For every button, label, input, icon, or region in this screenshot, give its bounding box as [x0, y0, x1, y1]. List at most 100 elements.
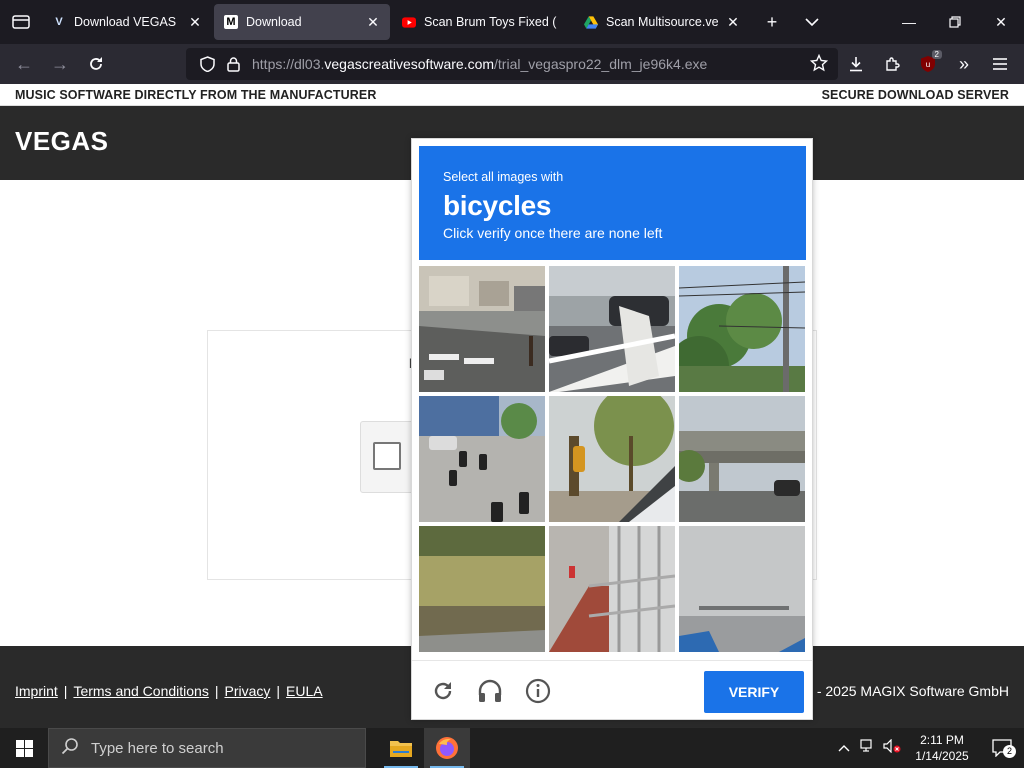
back-arrow-icon: ← — [15, 53, 33, 74]
clock-date: 1/14/2025 — [915, 749, 969, 763]
close-icon: ✕ — [995, 13, 1007, 30]
url-path: /trial_vegaspro22_dlm_je96k4.exe — [494, 56, 708, 72]
clock-time: 2:11 PM — [920, 733, 964, 747]
close-window-button[interactable]: ✕ — [978, 0, 1024, 44]
new-tab-button[interactable]: + — [752, 0, 792, 44]
network-icon[interactable] — [856, 738, 880, 758]
eula-link[interactable]: EULA — [286, 683, 323, 699]
refresh-icon — [434, 682, 452, 700]
tab-label: Download VEGAS Pro — [74, 15, 180, 29]
tab-list-button[interactable] — [0, 0, 42, 44]
terms-link[interactable]: Terms and Conditions — [73, 683, 208, 699]
reload-icon — [90, 57, 102, 70]
challenge-tile-9[interactable] — [679, 526, 805, 652]
challenge-footer: VERIFY — [412, 660, 812, 720]
search-placeholder: Type here to search — [91, 739, 224, 757]
tab-download[interactable]: M Download ✕ — [214, 4, 390, 40]
imprint-link[interactable]: Imprint — [15, 683, 58, 699]
youtube-favicon-icon — [402, 15, 416, 29]
footer-links: Imprint | Terms and Conditions | Privacy… — [15, 683, 323, 699]
captcha-checkbox[interactable] — [373, 442, 401, 470]
forward-button[interactable]: → — [42, 44, 78, 84]
site-top-strip: MUSIC SOFTWARE DIRECTLY FROM THE MANUFAC… — [0, 84, 1024, 106]
bookmark-star-icon[interactable] — [809, 53, 829, 77]
tab-scan-brum-toys[interactable]: Scan Brum Toys Fixed ( — [392, 4, 572, 40]
chevron-down-icon — [805, 18, 819, 27]
taskbar-search-box[interactable]: Type here to search — [48, 728, 366, 768]
info-button[interactable] — [524, 677, 552, 705]
system-tray: 2:11 PM 1/14/2025 2 — [832, 728, 1024, 768]
reload-button[interactable] — [78, 44, 114, 84]
lock-icon[interactable] — [220, 56, 246, 72]
forward-arrow-icon: → — [51, 53, 69, 74]
list-all-tabs-button[interactable] — [792, 0, 832, 44]
app-menu-button[interactable] — [982, 44, 1018, 84]
close-icon[interactable]: ✕ — [366, 14, 380, 31]
taskbar-clock[interactable]: 2:11 PM 1/14/2025 — [904, 732, 980, 764]
refresh-challenge-button[interactable] — [429, 677, 457, 705]
tab-download-vegas-pro[interactable]: V Download VEGAS Pro ✕ — [42, 4, 212, 40]
double-chevron-right-icon: » — [958, 53, 969, 74]
challenge-tile-7[interactable] — [419, 526, 545, 652]
footer-separator: | — [63, 683, 68, 699]
minimize-button[interactable]: — — [886, 0, 932, 44]
windows-taskbar: Type here to search 2:11 PM 1/14/2025 2 — [0, 728, 1024, 768]
tab-label: Scan Brum Toys Fixed ( — [424, 15, 557, 29]
tab-label: Scan Multisource.veg — [606, 15, 718, 29]
challenge-tile-1[interactable] — [419, 266, 545, 392]
footer-separator: | — [276, 683, 281, 699]
show-hidden-icons-chevron-icon[interactable] — [832, 739, 856, 757]
tagline: MUSIC SOFTWARE DIRECTLY FROM THE MANUFAC… — [15, 87, 377, 102]
tracking-protection-shield-icon[interactable] — [194, 56, 220, 72]
challenge-target: bicycles — [443, 190, 552, 221]
challenge-tile-8[interactable] — [549, 526, 675, 652]
notification-center-button[interactable]: 2 — [980, 739, 1024, 758]
close-icon[interactable]: ✕ — [188, 14, 202, 31]
tab-label: Download — [246, 15, 302, 29]
start-button[interactable] — [0, 728, 48, 768]
verify-button[interactable]: VERIFY — [704, 671, 804, 713]
footer-separator: | — [214, 683, 219, 699]
search-icon — [61, 737, 79, 759]
downloads-button[interactable] — [838, 44, 874, 84]
hamburger-menu-icon — [993, 58, 1007, 70]
file-explorer-taskbar-button[interactable] — [378, 728, 424, 768]
challenge-image-grid — [419, 266, 806, 653]
challenge-tile-3[interactable] — [679, 266, 805, 392]
svg-text:u: u — [926, 60, 930, 69]
back-button[interactable]: ← — [6, 44, 42, 84]
audio-challenge-button[interactable] — [476, 677, 504, 705]
extensions-button[interactable] — [874, 44, 910, 84]
more-tools-button[interactable]: » — [946, 44, 982, 84]
firefox-taskbar-button[interactable] — [424, 728, 470, 768]
download-icon — [850, 57, 862, 72]
captcha-challenge-dialog: Select all images with bicycles Click ve… — [411, 138, 813, 720]
plus-icon: + — [766, 11, 778, 32]
challenge-tile-5[interactable] — [549, 396, 675, 522]
info-icon — [525, 678, 551, 704]
url-host: vegascreativesoftware.com — [324, 56, 495, 72]
magix-favicon-icon: M — [224, 15, 238, 29]
windows-logo-icon — [15, 739, 33, 757]
copyright-text: 3 - 2025 MAGIX Software GmbH — [805, 683, 1009, 699]
privacy-link[interactable]: Privacy — [224, 683, 270, 699]
headphones-icon — [478, 679, 502, 702]
minimize-icon: — — [902, 14, 916, 30]
challenge-tile-2[interactable] — [549, 266, 675, 392]
challenge-tile-6[interactable] — [679, 396, 805, 522]
address-bar[interactable]: https://dl03.vegascreativesoftware.com/t… — [186, 48, 838, 80]
challenge-subtitle: Click verify once there are none left — [443, 225, 663, 241]
url-text[interactable]: https://dl03.vegascreativesoftware.com/t… — [252, 56, 707, 72]
challenge-tile-4[interactable] — [419, 396, 545, 522]
challenge-header: Select all images with bicycles Click ve… — [419, 146, 806, 260]
browser-tab-strip: V Download VEGAS Pro ✕ M Download ✕ Scan… — [0, 0, 1024, 44]
vegas-favicon-icon: V — [55, 16, 63, 28]
close-icon[interactable]: ✕ — [726, 14, 740, 31]
volume-muted-icon[interactable] — [880, 738, 904, 758]
tab-scan-multisource[interactable]: Scan Multisource.veg ✕ — [574, 4, 750, 40]
puzzle-icon — [886, 57, 900, 71]
notification-count-badge: 2 — [1003, 745, 1016, 758]
restore-button[interactable] — [932, 0, 978, 44]
ublock-extension-button[interactable]: u 2 — [910, 44, 946, 84]
vegas-logo[interactable]: VEGAS — [15, 126, 109, 157]
